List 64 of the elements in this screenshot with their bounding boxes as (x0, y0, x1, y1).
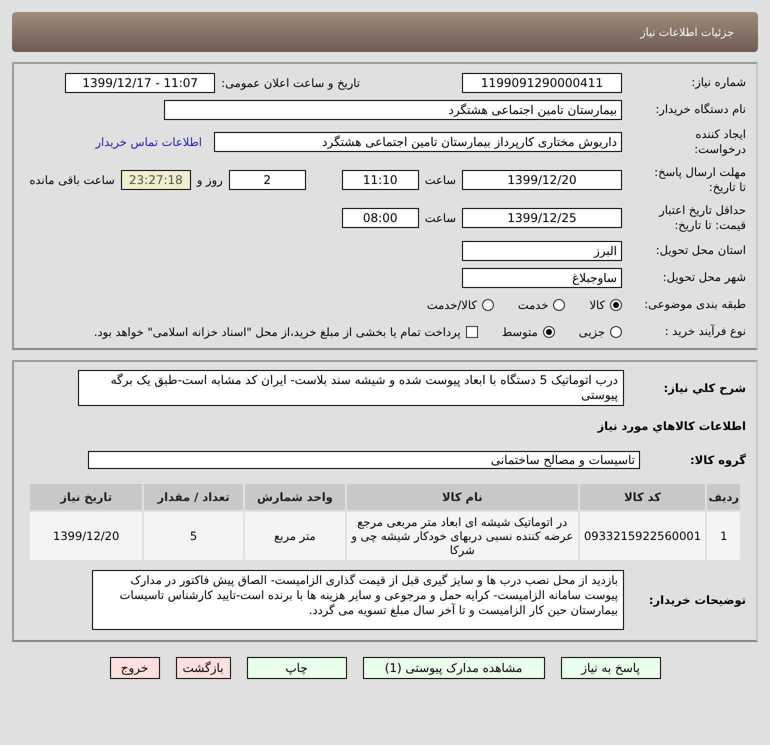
option-label: متوسط (502, 324, 538, 338)
requester-field: داریوش مختاری کارپرداز بیمارستان تامین اجتماعی هشتگرد (214, 132, 622, 152)
column-header: ردیف (707, 484, 740, 510)
field-label: طبقه بندی موضوعی: (643, 297, 746, 312)
action-button[interactable]: چاپ (246, 657, 346, 679)
field-label: نام دستگاه خریدار: (654, 102, 746, 117)
field-label: نوع فرآیند خرید : (664, 324, 746, 339)
buyer-org-field: بیمارستان تامین اجتماعی هشتگرد (164, 100, 622, 120)
radio-button[interactable] (482, 298, 494, 310)
time-field: 11:10 (342, 170, 419, 190)
table-cell: در اتوماتیک شیشه ای ابعاد متر مربعی مرجع عرضه کننده نسبی دربهای خودکار شیشه چی و شرکا (346, 512, 578, 560)
action-button[interactable]: خروج (110, 657, 160, 679)
contact-link[interactable]: اطلاعات تماس خریدار (95, 135, 202, 149)
need-number-field: 1199091290000411 (462, 72, 622, 92)
column-header: تاریخ نیاز (30, 484, 142, 510)
field-label: شرح کلي نياز: (662, 380, 746, 396)
province-field: البرز (462, 240, 622, 260)
time-field: 08:00 (342, 208, 419, 228)
goods-group-field: تاسیسات و مصالح ساختمانی (88, 451, 640, 469)
radio-button[interactable] (610, 298, 622, 310)
page-title: جزئیات اطلاعات نیاز (640, 26, 734, 38)
radio-button[interactable] (542, 326, 555, 338)
section-title: اطلاعات کالاهاي مورد نياز (598, 419, 746, 433)
column-header: کد کالا (580, 484, 706, 510)
table-cell: 1 (707, 512, 740, 560)
city-field: ساوجبلاغ (462, 268, 622, 288)
date-field: 1399/12/25 (462, 208, 622, 228)
field-label: توضیحات خریدار: (648, 592, 746, 608)
field-label: تاریخ و ساعت اعلان عمومی: (221, 76, 360, 90)
buyer-notes-field: بازدید از محل نصب درب ها و سایز گیری قبل از قیمت گذاری الزامیست- الصاق پیش فاکتور در مدارک پیوست سامانه الزامیست- کرایه حمل و مرجوعی و سایر هزینه ها با برنده است-تایید کارشناس تاسیسات بیمارستان حین کار الزامیست و تا آخر سال مبلغ تسویه می گردد. (92, 570, 624, 630)
option-label: جزیی (578, 324, 605, 338)
option-label: کالا/خدمت (426, 298, 477, 312)
field-label: حداقل تاریخ اعتبار قیمت: تا تاریخ: (658, 203, 746, 233)
remaining-time-field: 23:27:18 (120, 170, 191, 190)
checkbox-label: پرداخت تمام یا بخشی از مبلغ خرید،از محل "اسناد خزانه اسلامی" خواهد بود. (94, 324, 461, 338)
field-label: استان محل تحویل: (654, 243, 746, 258)
field-label: شماره نیاز: (690, 75, 746, 90)
field-label: ایجاد کننده درخواست: (693, 127, 746, 157)
summary-field: درب اتوماتیک 5 دستگاه با ابعاد پیوست شده و شیشه سند بلاست- ایران کد مشابه است-طبق یک برگه پیوستی (78, 370, 624, 406)
column-header: واحد شمارش (244, 484, 345, 510)
announce-date-field: 1399/12/17 - 11:07 (65, 72, 216, 92)
checkbox[interactable] (466, 326, 478, 338)
table-cell: 5 (144, 512, 243, 560)
date-field: 1399/12/20 (462, 170, 622, 190)
field-label: مهلت ارسال پاسخ: تا تاریخ: (653, 165, 746, 195)
table-cell: متر مربع (244, 512, 345, 560)
field-label: ساعت (424, 173, 456, 187)
field-label: شهر محل تحویل: (662, 270, 746, 285)
action-button[interactable]: بازگشت (176, 657, 230, 679)
radio-button[interactable] (610, 326, 622, 338)
action-button[interactable]: مشاهده مدارک پیوستی (1) (362, 657, 544, 679)
option-label: کالا (589, 298, 605, 312)
column-header: نام کالا (346, 484, 578, 510)
field-label: روز و (196, 173, 223, 187)
field-label: ساعت باقی مانده (30, 173, 115, 187)
action-button[interactable]: پاسخ به نیاز (560, 657, 660, 679)
column-header: تعداد / مقدار (144, 484, 243, 510)
days-field: 2 (228, 170, 306, 190)
table-cell: 0933215922560001 (580, 512, 706, 560)
field-label: گروه کالا: (689, 452, 746, 468)
option-label: خدمت (518, 298, 548, 312)
table-cell: 1399/12/20 (30, 512, 142, 560)
field-label: ساعت (424, 211, 456, 225)
radio-button[interactable] (553, 298, 566, 310)
